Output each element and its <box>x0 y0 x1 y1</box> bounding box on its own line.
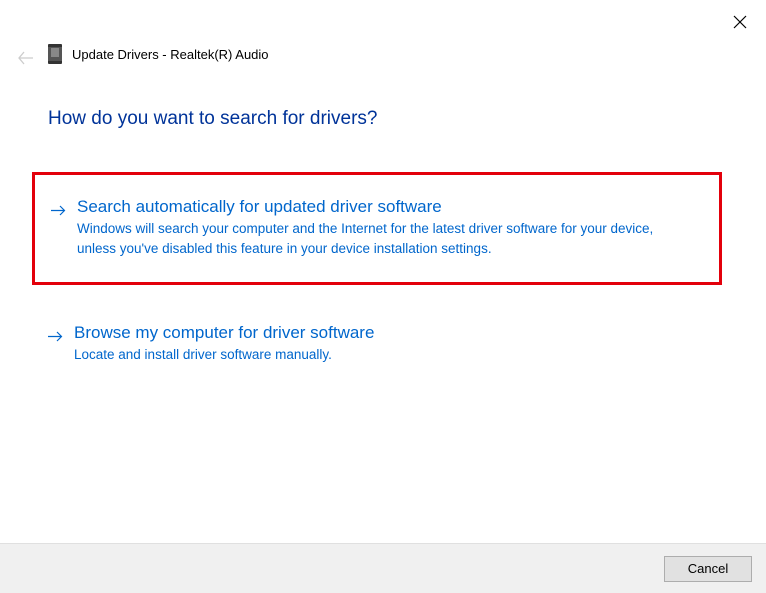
option-text: Search automatically for updated driver … <box>77 197 705 258</box>
cancel-button[interactable]: Cancel <box>664 556 752 582</box>
back-arrow-icon <box>18 51 34 65</box>
option-title: Browse my computer for driver software <box>74 323 708 343</box>
arrow-right-icon <box>46 327 64 345</box>
option-browse-computer[interactable]: Browse my computer for driver software L… <box>32 307 722 383</box>
close-button[interactable] <box>730 12 750 32</box>
close-icon <box>733 15 747 29</box>
options-area: Search automatically for updated driver … <box>32 172 722 383</box>
device-icon <box>48 44 62 64</box>
option-title: Search automatically for updated driver … <box>77 197 705 217</box>
dialog-header: Update Drivers - Realtek(R) Audio <box>48 44 269 64</box>
back-button <box>16 48 36 68</box>
option-search-automatically[interactable]: Search automatically for updated driver … <box>32 172 722 285</box>
arrow-right-icon <box>49 201 67 219</box>
dialog-title: Update Drivers - Realtek(R) Audio <box>72 47 269 62</box>
option-description: Windows will search your computer and th… <box>77 219 667 258</box>
dialog-footer: Cancel <box>0 543 766 593</box>
main-heading: How do you want to search for drivers? <box>48 108 378 130</box>
option-text: Browse my computer for driver software L… <box>74 323 708 365</box>
option-description: Locate and install driver software manua… <box>74 345 664 365</box>
